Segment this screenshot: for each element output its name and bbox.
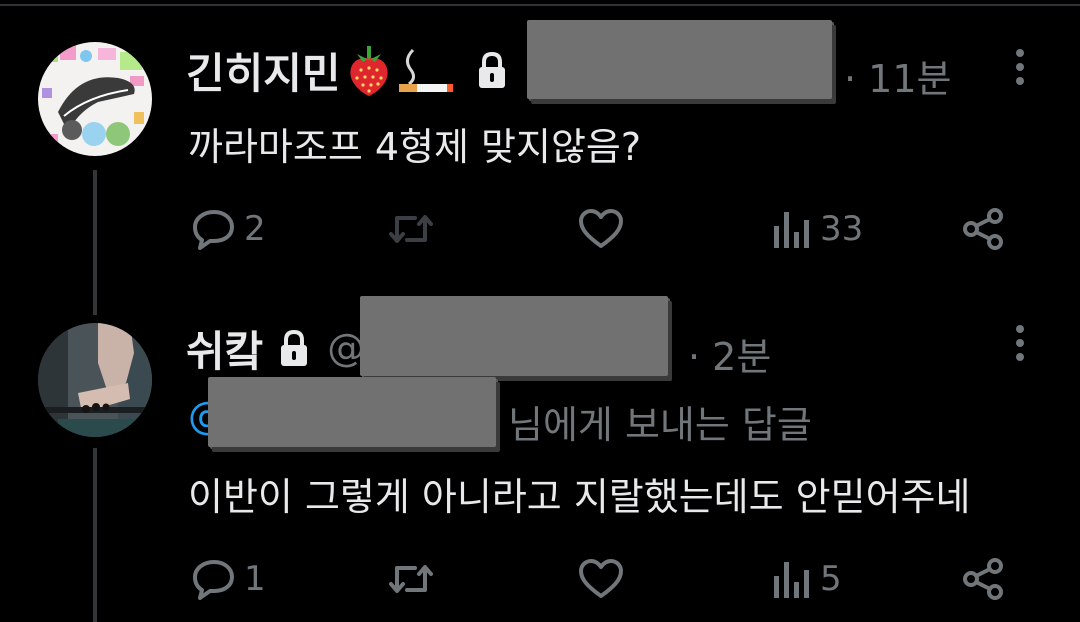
cigarette-emoji-icon (398, 48, 453, 92)
tweet-text: 까라마조프 4형제 맞지않음? (188, 125, 642, 169)
share-button[interactable] (962, 554, 1006, 604)
redacted-handle (527, 20, 832, 99)
more-icon[interactable] (1014, 48, 1026, 88)
reply-button[interactable]: 2 (192, 204, 266, 254)
like-button[interactable] (577, 554, 625, 604)
avatar[interactable] (38, 42, 152, 156)
retweet-icon (389, 215, 433, 243)
tweet-text: 이반이 그렇게 아니라고 지랄했는데도 안믿어주네 (188, 475, 971, 519)
views-icon (774, 562, 809, 598)
share-icon (963, 558, 1003, 600)
reply-icon (193, 210, 234, 250)
display-name[interactable]: 쉬캌 (186, 318, 263, 379)
timestamp[interactable]: · 11분 (844, 48, 951, 103)
reply-to-label: 님에게 보내는 답글 (508, 403, 812, 447)
like-button[interactable] (577, 204, 625, 254)
protected-lock-icon (478, 51, 505, 88)
tweet-header: 긴히지민 (186, 40, 509, 100)
share-button[interactable] (962, 204, 1006, 254)
views-count: 33 (820, 209, 864, 249)
avatar-image (38, 42, 152, 156)
timestamp[interactable]: · 2분 (688, 326, 771, 381)
views-button[interactable]: 5 (772, 554, 842, 604)
retweet-icon (389, 565, 433, 593)
redacted-mention (208, 377, 496, 447)
top-divider (0, 4, 1080, 6)
retweet-button[interactable] (387, 204, 435, 254)
avatar-image (38, 323, 152, 437)
display-name[interactable]: 긴히지민 (186, 40, 341, 101)
reply-button[interactable]: 1 (192, 554, 266, 604)
like-icon (579, 559, 623, 598)
views-button[interactable]: 33 (772, 204, 863, 254)
more-icon[interactable] (1014, 324, 1026, 364)
views-count: 5 (820, 559, 842, 599)
redacted-handle (360, 296, 668, 376)
avatar[interactable] (38, 323, 152, 437)
views-icon (774, 212, 809, 248)
strawberry-emoji-icon (349, 46, 388, 96)
retweet-button[interactable] (387, 554, 435, 604)
thread-connector-line (93, 170, 97, 315)
protected-lock-icon (281, 329, 308, 366)
thread-connector-line-lower (93, 448, 97, 622)
tweet-header: 쉬캌 @ (186, 318, 365, 378)
like-icon (579, 209, 623, 248)
reply-count: 1 (244, 559, 266, 599)
reply-count: 2 (244, 209, 266, 249)
share-icon (963, 208, 1003, 250)
reply-icon (193, 560, 234, 600)
